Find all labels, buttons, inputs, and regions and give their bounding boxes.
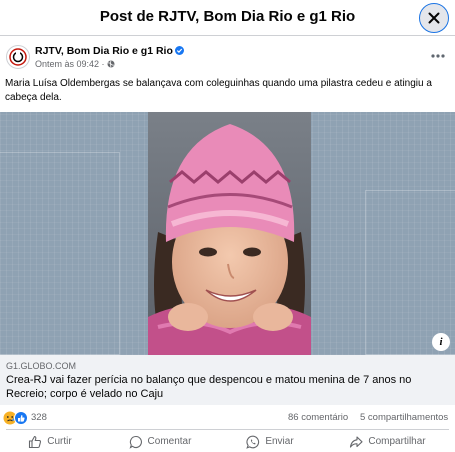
- post-image[interactable]: i: [0, 112, 455, 355]
- g1-logo-icon: [9, 48, 27, 66]
- globe-icon: [107, 60, 115, 68]
- like-label: Curtir: [47, 436, 72, 447]
- whatsapp-icon: [246, 435, 260, 449]
- link-domain: G1.GLOBO.COM: [6, 361, 77, 371]
- post-caption: Maria Luísa Oldembergas se balançava com…: [5, 78, 432, 103]
- comment-icon: [129, 435, 142, 449]
- send-label: Enviar: [265, 436, 294, 447]
- more-options-icon: [431, 54, 445, 58]
- comments-count[interactable]: 86 comentário: [288, 412, 348, 423]
- divider: [6, 429, 449, 430]
- comment-button[interactable]: Comentar: [100, 431, 220, 452]
- background-panel: [365, 190, 455, 355]
- shares-count[interactable]: 5 compartilhamentos: [360, 412, 448, 423]
- close-button[interactable]: [419, 3, 449, 33]
- info-button[interactable]: i: [432, 333, 450, 351]
- like-button[interactable]: Curtir: [0, 431, 100, 452]
- dialog-header: Post de RJTV, Bom Dia Rio e g1 Rio: [0, 0, 455, 36]
- link-title: Crea-RJ vai fazer perícia no balanço que…: [6, 374, 412, 400]
- reaction-icons[interactable]: [3, 411, 29, 425]
- close-icon: [428, 12, 440, 24]
- share-button[interactable]: Compartilhar: [320, 431, 455, 452]
- page-avatar[interactable]: [6, 45, 30, 69]
- verified-badge-icon: [174, 45, 184, 55]
- post-timestamp[interactable]: Ontem às 09:42 ·: [35, 59, 107, 69]
- post-actions: Curtir Comentar Enviar Compartilhar: [0, 431, 455, 452]
- link-preview[interactable]: G1.GLOBO.COM Crea-RJ vai fazer perícia n…: [0, 355, 455, 405]
- reactions-count[interactable]: 328: [31, 412, 47, 423]
- more-options-button[interactable]: [431, 46, 445, 61]
- page-name: RJTV, Bom Dia Rio e g1 Rio: [35, 45, 173, 57]
- page-name-link[interactable]: RJTV, Bom Dia Rio e g1 Rio: [35, 45, 184, 57]
- share-label: Compartilhar: [368, 436, 426, 447]
- dialog-title: Post de RJTV, Bom Dia Rio e g1 Rio: [99, 8, 356, 25]
- post-meta: Ontem às 09:42 ·: [35, 59, 115, 69]
- like-reaction-icon: [14, 411, 28, 425]
- info-icon: i: [439, 336, 443, 348]
- background-panel: [0, 152, 120, 355]
- send-button[interactable]: Enviar: [220, 431, 320, 452]
- share-icon: [350, 435, 363, 448]
- comment-label: Comentar: [147, 436, 192, 447]
- child-portrait-photo: [148, 112, 311, 355]
- like-icon: [29, 435, 42, 448]
